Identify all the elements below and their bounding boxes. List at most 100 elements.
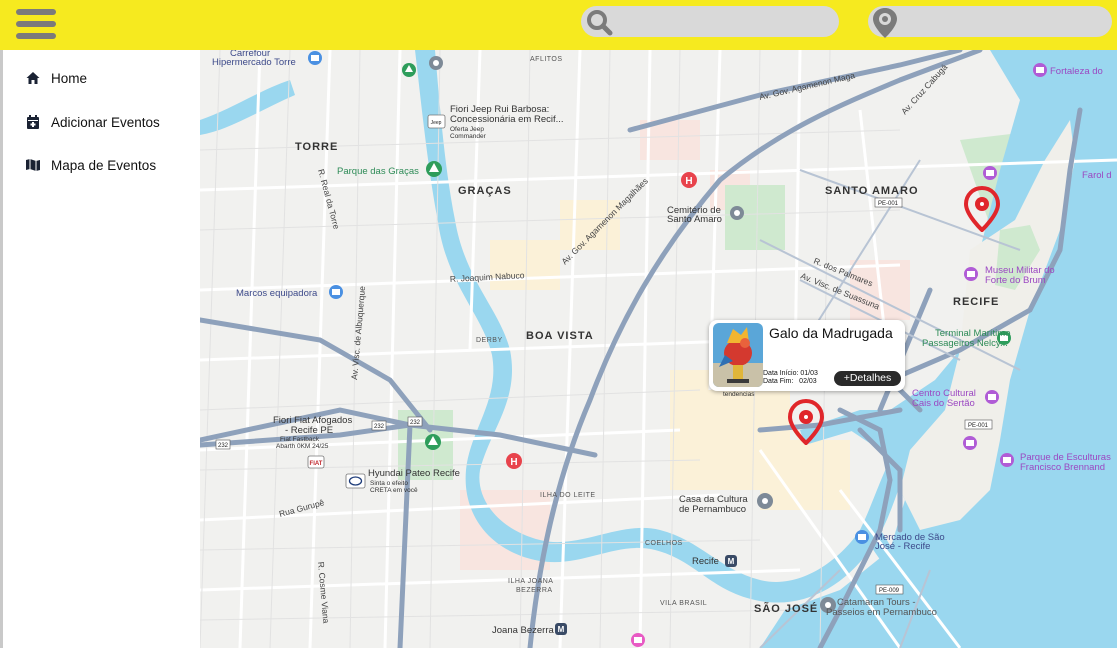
svg-text:M: M [558, 625, 565, 634]
sidebar-item-adicionar-eventos[interactable]: Adicionar Eventos [25, 112, 160, 132]
search-icon[interactable] [585, 8, 613, 36]
map-label: VILA BRASIL [660, 600, 707, 607]
road-shield: 232 [215, 439, 231, 450]
event-pin-icon[interactable] [963, 186, 1001, 232]
place-poi-icon[interactable] [730, 206, 744, 220]
map-label: PE-009 [879, 588, 900, 594]
road-shield: 232 [371, 420, 387, 431]
sidebar: Home Adicionar Eventos Mapa de Eventos [0, 50, 200, 648]
map-label: de Pernambuco [679, 504, 746, 515]
road-shield: 232 [407, 416, 423, 427]
map-label: Francisco Brennand [1020, 462, 1105, 473]
map-label: AFLITOS [530, 56, 563, 63]
event-start-date: Data Início: 01/03 [763, 370, 818, 377]
event-image [713, 323, 763, 387]
park-poi-icon[interactable] [426, 161, 442, 177]
map-label: Passageiros Nelcy... [922, 338, 1008, 349]
road-shield: PE-001 [964, 419, 993, 430]
map-label: Fiat Fastback [280, 436, 320, 443]
hospital-icon[interactable]: H [681, 172, 697, 188]
car-dealer-icon[interactable]: FIAT [307, 455, 325, 469]
event-title: Galo da Madrugada [769, 325, 893, 341]
svg-text:M: M [728, 557, 735, 566]
map-label: Joana Bezerra [492, 625, 555, 636]
park-poi-icon[interactable] [402, 63, 416, 77]
event-marker-galo[interactable] [787, 399, 825, 445]
map-label: PE-001 [968, 423, 989, 429]
place-poi-icon[interactable] [429, 56, 443, 70]
sidebar-item-mapa-de-eventos[interactable]: Mapa de Eventos [25, 155, 156, 175]
map-label: Oferta Jeep [450, 126, 484, 133]
map-label: Commander [450, 133, 487, 140]
location-input[interactable] [902, 10, 1106, 35]
map-label: Parque das Graças [337, 166, 419, 177]
event-popup[interactable]: Galo da Madrugada Data Início: 01/03 Dat… [709, 320, 905, 391]
map-label: SANTO AMARO [825, 185, 919, 197]
attraction-poi-icon[interactable] [983, 166, 997, 180]
map-label: RECIFE [953, 296, 999, 308]
park-poi-icon[interactable] [425, 434, 441, 450]
svg-text:Jeep: Jeep [431, 120, 442, 126]
museum-poi-icon[interactable] [1000, 453, 1014, 467]
map-label: tendencias [723, 391, 755, 398]
map-label: 232 [374, 424, 385, 430]
map-label: TORRE [295, 141, 338, 153]
location-pin-icon[interactable] [870, 6, 900, 40]
map-label: Hyundai Pateo Recife [368, 468, 460, 479]
map-label: ILHA DO LEITE [540, 492, 596, 499]
map-label: 232 [218, 443, 229, 449]
search-input[interactable] [617, 10, 821, 35]
hamburger-menu-icon[interactable] [16, 9, 56, 40]
map-label: Abarth 0KM 24/25 [276, 443, 329, 450]
museum-poi-icon[interactable] [963, 436, 977, 450]
svg-text:FIAT: FIAT [310, 461, 323, 467]
map-label: CRETA em você [370, 487, 418, 494]
museum-poi-icon[interactable] [985, 390, 999, 404]
sidebar-item-label: Mapa de Eventos [51, 157, 157, 173]
map-label: Farol d [1082, 170, 1112, 181]
map-label: Passeios em Pernambuco [826, 607, 937, 618]
museum-poi-icon[interactable] [964, 267, 978, 281]
map-label: Recife [692, 556, 719, 567]
shopping-poi-icon[interactable] [855, 530, 869, 544]
place-poi-icon[interactable] [757, 493, 773, 509]
map-label: PE-001 [878, 201, 899, 207]
map-label: José - Recife [875, 541, 930, 552]
map-label: BOA VISTA [526, 330, 594, 342]
map-label: SÃO JOSÉ [754, 602, 818, 615]
metro-station-icon[interactable]: M [555, 623, 567, 635]
hospital-icon[interactable]: H [506, 453, 522, 469]
car-dealer-icon[interactable]: Jeep [427, 114, 446, 129]
event-marker-recife-antigo[interactable] [963, 186, 1001, 232]
map-label: Santo Amaro [667, 214, 722, 225]
road-shield: PE-009 [875, 584, 904, 595]
event-pin-icon[interactable] [787, 399, 825, 445]
shopping-poi-icon[interactable] [308, 51, 322, 65]
map-label: Marcos equipadora [236, 288, 318, 299]
top-bar [0, 0, 1117, 50]
map-label: Cais do Sertão [912, 398, 975, 409]
attraction-poi-icon[interactable] [631, 633, 645, 647]
event-details-button[interactable]: +Detalhes [834, 371, 901, 386]
events-map[interactable]: 232 232 232 PE-001 PE-001 PE-009 Jeep H [200, 50, 1117, 648]
map-label: BEZERRA [516, 587, 553, 594]
event-end-date: Data Fim: 02/03 [763, 378, 817, 385]
map-icon [26, 159, 40, 171]
map-label: Sinta o efeito [370, 480, 408, 487]
map-label: COELHOS [645, 540, 683, 547]
search-field[interactable] [581, 6, 839, 37]
map-label: - Recife PE [285, 425, 333, 436]
map-label: Forte do Brum [985, 275, 1046, 286]
metro-station-icon[interactable]: M [725, 555, 737, 567]
map-label: Fortaleza do [1050, 66, 1103, 77]
svg-text:H: H [510, 457, 517, 468]
shopping-poi-icon[interactable] [329, 285, 343, 299]
car-dealer-icon[interactable] [345, 473, 366, 489]
sidebar-item-label: Adicionar Eventos [51, 114, 160, 130]
event-dates: Data Início: 01/03 Data Fim: 02/03 [763, 370, 818, 386]
attraction-poi-icon[interactable] [1033, 63, 1047, 77]
sidebar-item-home[interactable]: Home [25, 68, 87, 88]
map-label: Concessionária em Recif... [450, 114, 564, 125]
location-field[interactable] [868, 6, 1112, 40]
svg-text:H: H [685, 176, 692, 187]
